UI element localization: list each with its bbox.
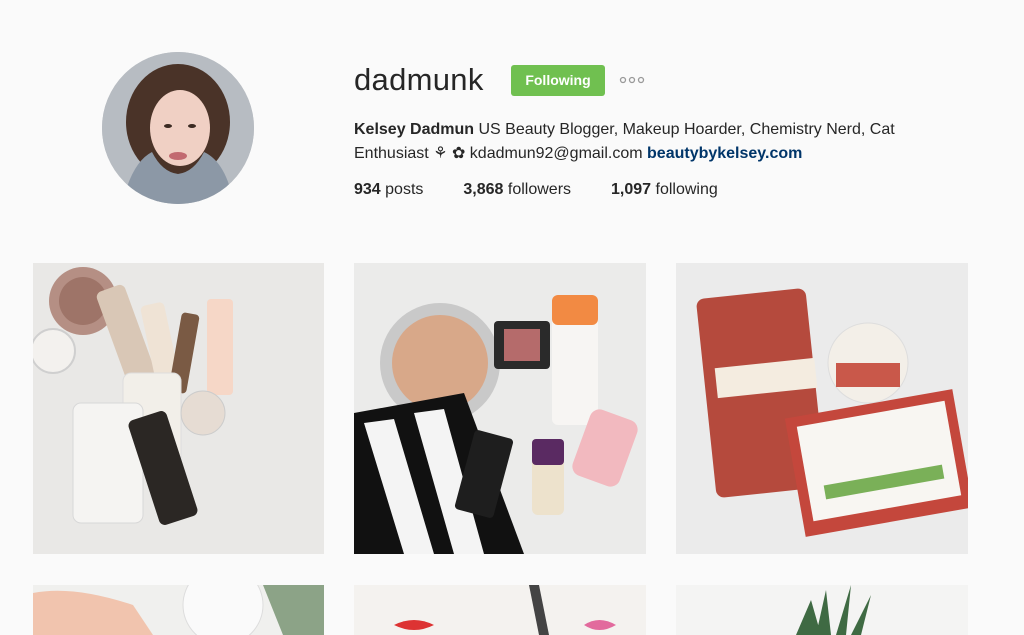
profile-stats: 934 posts 3,868 followers 1,097 followin… (354, 179, 758, 201)
posts-stat: 934 posts (354, 179, 423, 201)
profile-email: kdadmun92@gmail.com (465, 145, 648, 162)
followers-label: followers (503, 181, 572, 198)
followers-stat[interactable]: 3,868 followers (463, 179, 571, 201)
post-thumbnail[interactable] (354, 263, 646, 554)
following-count: 1,097 (611, 181, 652, 198)
followers-count: 3,868 (463, 181, 504, 198)
more-options-button[interactable] (619, 72, 647, 88)
following-button[interactable]: Following (511, 65, 605, 96)
following-stat[interactable]: 1,097 following (611, 179, 718, 201)
profile-full-name: Kelsey Dadmun (354, 121, 475, 138)
profile-avatar (102, 52, 254, 204)
profile-website-link[interactable]: beautybykelsey.com (647, 145, 802, 162)
bio-emoji-icons: ⚘ ✿ (433, 145, 466, 162)
post-thumbnail[interactable] (354, 585, 646, 635)
posts-label: posts (380, 181, 424, 198)
profile-bio: Kelsey Dadmun US Beauty Blogger, Makeup … (354, 118, 934, 166)
ellipsis-icon (619, 76, 645, 84)
post-thumbnail[interactable] (676, 263, 968, 554)
following-label: following (651, 181, 718, 198)
posts-count: 934 (354, 181, 381, 198)
profile-username: dadmunk (354, 62, 484, 97)
post-thumbnail[interactable] (676, 585, 968, 635)
post-thumbnail[interactable] (33, 585, 324, 635)
post-thumbnail[interactable] (33, 263, 324, 554)
